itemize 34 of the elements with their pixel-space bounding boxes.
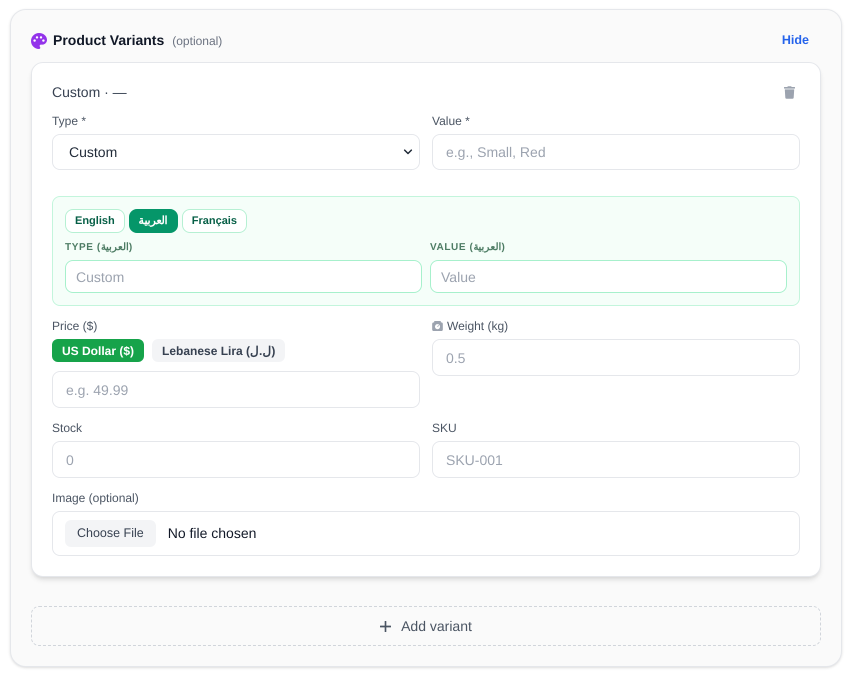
add-variant-button[interactable]: Add variant [31, 606, 821, 646]
section-title: Product Variants [53, 31, 164, 50]
scale-icon [432, 321, 443, 331]
stock-label: Stock [52, 421, 82, 435]
sku-input[interactable]: SKU-001 [432, 441, 800, 478]
choose-file-button[interactable]: Choose File [65, 520, 156, 547]
hide-button[interactable]: Hide [770, 29, 821, 52]
file-input[interactable]: Choose File No file chosen [52, 511, 800, 556]
variant-option-input[interactable]: e.g., Small, Red [432, 134, 800, 170]
weight-input[interactable]: 0.5 [432, 339, 800, 376]
file-status: No file chosen [168, 524, 256, 543]
translated-value-input[interactable]: Value [430, 260, 787, 293]
trash-icon [784, 86, 794, 98]
price-label: Price ($) [52, 319, 98, 333]
stock-input[interactable]: 0 [52, 441, 420, 478]
language-tab[interactable]: English [65, 209, 125, 233]
optional-note: (optional) [172, 32, 222, 50]
translated-type-input[interactable]: Custom [65, 260, 422, 293]
variant-heading: Custom · — [52, 82, 127, 102]
value-label: Value * [432, 114, 470, 128]
language-tab[interactable]: العربية [128, 209, 178, 233]
price-input[interactable]: e.g. 49.99 [52, 371, 420, 408]
type-label: Type * [52, 114, 86, 128]
weight-label: Weight (kg) [447, 319, 508, 333]
sku-label: SKU [432, 421, 457, 435]
palette-icon [31, 32, 47, 48]
chevron-down-icon [403, 149, 413, 155]
translated-value-label: VALUE (العربية) [430, 242, 506, 254]
plus-icon [380, 620, 392, 632]
language-tab[interactable]: Français [182, 209, 247, 233]
translated-type-label: TYPE (العربية) [65, 242, 133, 254]
image-label: Image (optional) [52, 491, 139, 505]
type-select[interactable]: Custom [52, 134, 420, 170]
currency-toggle[interactable]: Lebanese Lira (ل.ل) [152, 339, 286, 362]
